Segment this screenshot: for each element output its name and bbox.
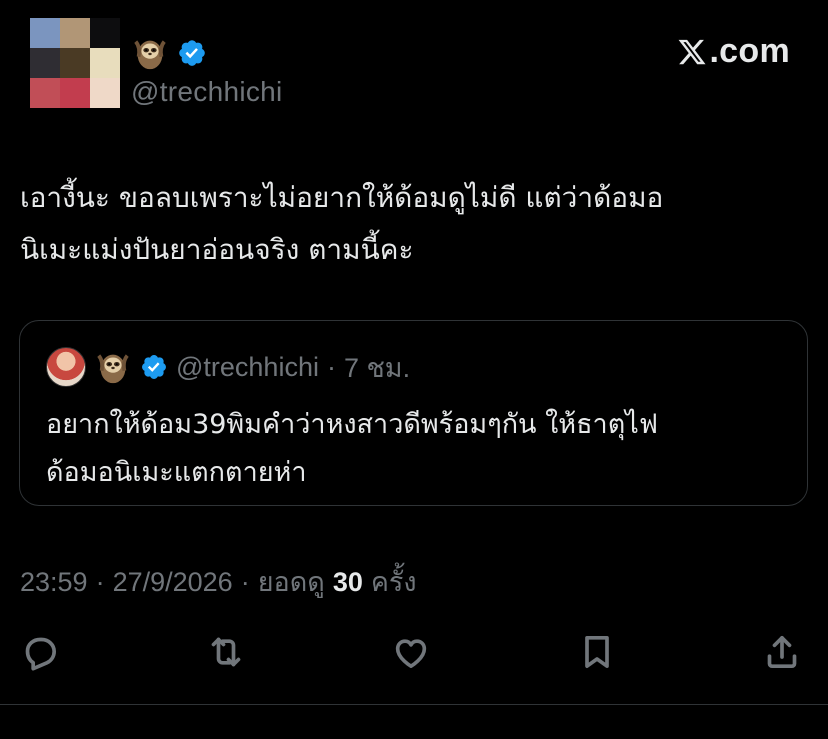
x-logo-icon: [679, 39, 706, 64]
views-count: 30: [332, 567, 363, 597]
tweet-time[interactable]: 23:59: [20, 567, 88, 598]
retweet-icon: [211, 637, 241, 667]
like-button[interactable]: [389, 630, 433, 674]
tweet-meta: 23:59 · 27/9/2026 · ยอดดู 30 ครั้ง: [20, 560, 417, 603]
user-handle[interactable]: @trechhichi: [131, 76, 283, 108]
x-brand-watermark: .com: [677, 32, 790, 71]
bottom-divider: [0, 704, 828, 705]
retweet-button[interactable]: [204, 630, 248, 674]
avatar[interactable]: [30, 18, 120, 108]
meta-separator: ·: [240, 567, 250, 597]
quoted-tweet-text: อยากให้ด้อม39พิมคำว่าหงสาวดีพร้อมๆกัน ให…: [46, 409, 658, 488]
verified-badge-icon: [179, 40, 205, 66]
bookmark-button[interactable]: [575, 630, 619, 674]
brand-domain: .com: [709, 32, 790, 70]
display-name-row[interactable]: [131, 28, 207, 78]
quoted-timestamp[interactable]: 7 ชม.: [344, 346, 410, 389]
reply-icon: [25, 637, 57, 671]
tweet-date[interactable]: 27/9/2026: [113, 567, 233, 598]
quoted-tweet-header: @trechhichi · 7 ชม.: [46, 347, 410, 387]
reply-button[interactable]: [18, 630, 62, 674]
share-icon: [767, 636, 797, 668]
quoted-tweet[interactable]: @trechhichi · 7 ชม. อยากให้ด้อม39พิมคำว่…: [19, 320, 808, 506]
tweet-text: เอางี้นะ ขอลบเพราะไม่อยากให้ด้อมดูไม่ดี …: [20, 181, 664, 266]
quoted-avatar: [46, 347, 86, 387]
quoted-handle[interactable]: @trechhichi: [176, 352, 319, 383]
sloth-emoji: [134, 40, 166, 70]
quoted-separator: ·: [326, 351, 336, 382]
views-label: ยอดดู: [257, 567, 325, 597]
share-button[interactable]: [760, 630, 804, 674]
action-bar: [0, 630, 828, 674]
sloth-emoji: [97, 354, 129, 384]
tweet-header: @trechhichi .com: [30, 18, 800, 118]
views-unit: ครั้ง: [370, 567, 417, 597]
verified-badge-icon: [142, 355, 166, 379]
meta-separator: ·: [95, 567, 105, 597]
bookmark-icon: [585, 636, 609, 668]
like-icon: [395, 639, 427, 668]
